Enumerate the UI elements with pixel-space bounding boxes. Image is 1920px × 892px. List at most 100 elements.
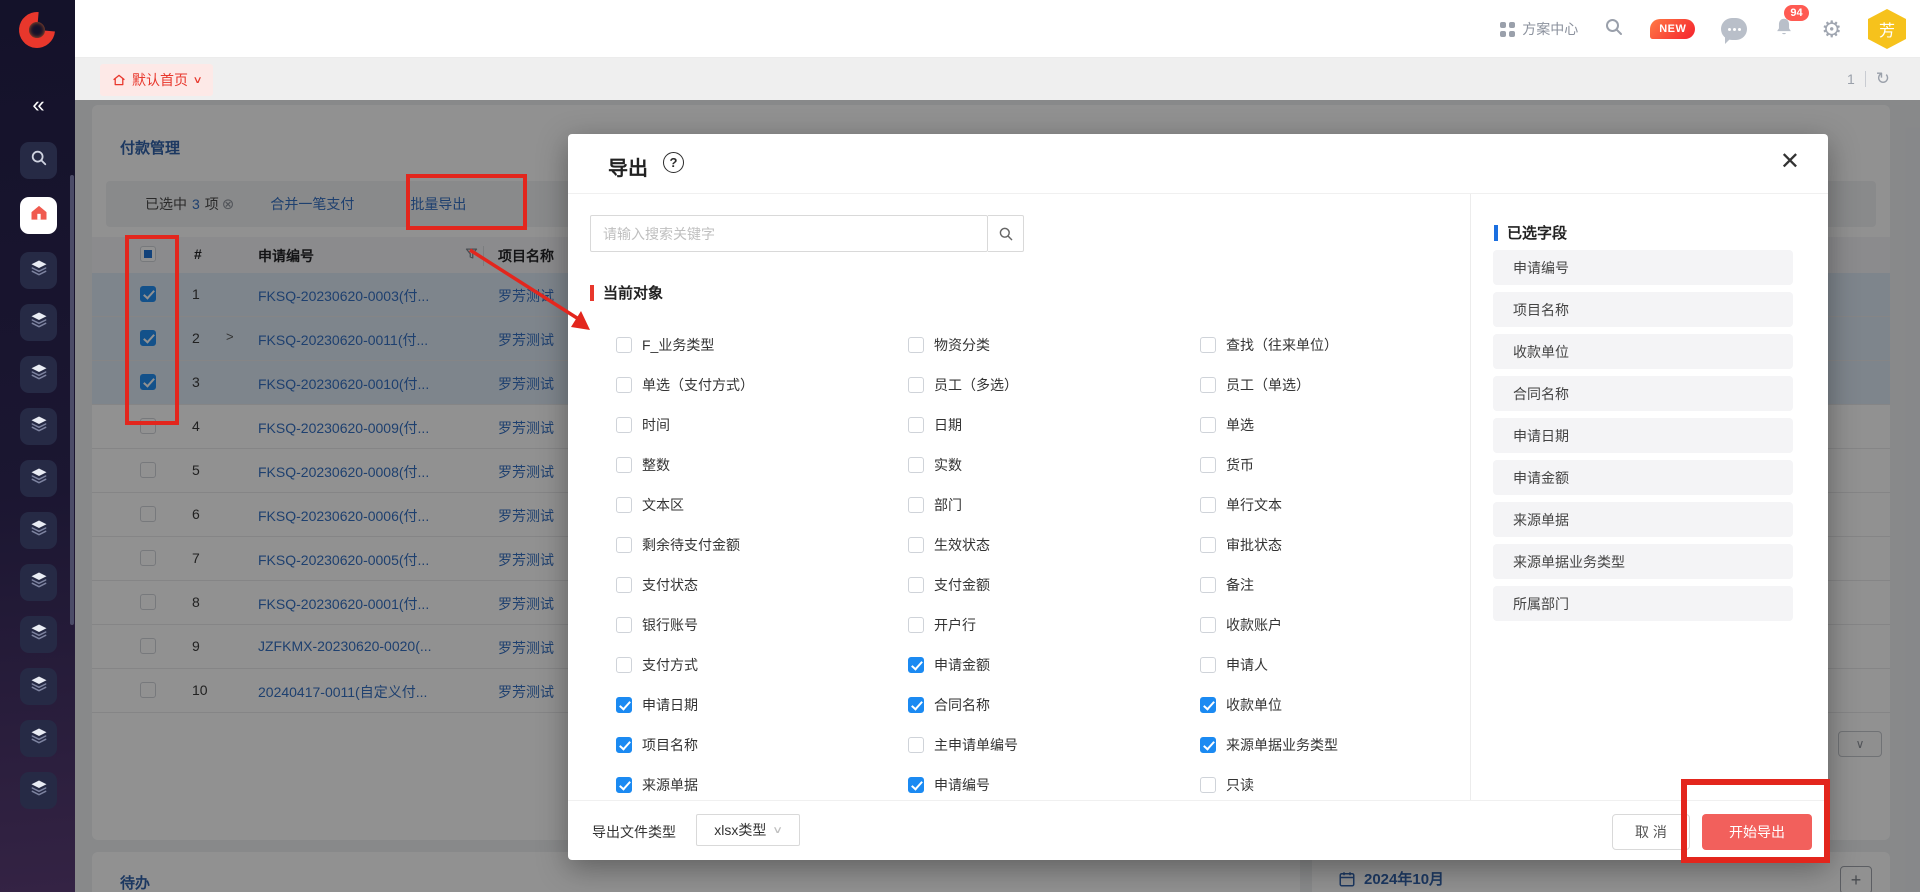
field-checkbox[interactable] (616, 457, 632, 473)
avatar[interactable]: 芳 (1868, 9, 1906, 49)
selected-field-item[interactable]: 申请金额 (1493, 460, 1793, 495)
field-checkbox[interactable] (616, 417, 632, 433)
export-field-option[interactable]: 整数 (616, 445, 908, 485)
field-checkbox[interactable] (616, 337, 632, 353)
field-checkbox[interactable] (1200, 377, 1216, 393)
solution-center-nav[interactable]: 方案中心 (1500, 19, 1578, 39)
selected-field-item[interactable]: 来源单据 (1493, 502, 1793, 537)
selected-field-item[interactable]: 收款单位 (1493, 334, 1793, 369)
export-field-option[interactable]: F_业务类型 (616, 325, 908, 365)
export-field-option[interactable]: 时间 (616, 405, 908, 445)
export-field-option[interactable]: 查找（往来单位） (1200, 325, 1492, 365)
start-export-button[interactable]: 开始导出 (1702, 814, 1812, 850)
export-field-option[interactable]: 只读 (1200, 765, 1492, 805)
export-field-option[interactable]: 支付金额 (908, 565, 1200, 605)
export-field-option[interactable]: 日期 (908, 405, 1200, 445)
field-checkbox[interactable] (908, 777, 924, 793)
field-checkbox[interactable] (1200, 577, 1216, 593)
export-field-option[interactable]: 员工（单选） (1200, 365, 1492, 405)
field-checkbox[interactable] (908, 377, 924, 393)
field-checkbox[interactable] (1200, 337, 1216, 353)
notifications-button[interactable]: 94 (1773, 15, 1795, 44)
export-field-option[interactable]: 申请编号 (908, 765, 1200, 805)
export-field-option[interactable]: 生效状态 (908, 525, 1200, 565)
field-checkbox[interactable] (908, 457, 924, 473)
export-field-option[interactable]: 文本区 (616, 485, 908, 525)
field-checkbox[interactable] (616, 537, 632, 553)
export-field-option[interactable]: 合同名称 (908, 685, 1200, 725)
field-checkbox[interactable] (1200, 697, 1216, 713)
sidebar-item-module[interactable] (20, 408, 57, 445)
field-checkbox[interactable] (908, 337, 924, 353)
field-checkbox[interactable] (1200, 657, 1216, 673)
field-checkbox[interactable] (1200, 777, 1216, 793)
export-field-option[interactable]: 剩余待支付金额 (616, 525, 908, 565)
close-icon[interactable]: ✕ (1780, 150, 1800, 174)
sidebar-item-module[interactable] (20, 512, 57, 549)
sidebar-item-module[interactable] (20, 356, 57, 393)
field-checkbox[interactable] (1200, 617, 1216, 633)
sidebar-scrollbar[interactable] (70, 175, 74, 625)
sidebar-item-module[interactable] (20, 720, 57, 757)
field-checkbox[interactable] (1200, 457, 1216, 473)
export-field-option[interactable]: 审批状态 (1200, 525, 1492, 565)
field-checkbox[interactable] (616, 657, 632, 673)
field-checkbox[interactable] (908, 537, 924, 553)
export-field-option[interactable]: 申请金额 (908, 645, 1200, 685)
export-field-option[interactable]: 单选（支付方式） (616, 365, 908, 405)
export-field-option[interactable]: 开户行 (908, 605, 1200, 645)
field-checkbox[interactable] (616, 617, 632, 633)
sidebar-item-module[interactable] (20, 616, 57, 653)
settings-gear-icon[interactable]: ⚙ (1821, 18, 1842, 41)
export-field-option[interactable]: 项目名称 (616, 725, 908, 765)
field-search-input[interactable] (590, 215, 988, 252)
field-checkbox[interactable] (616, 497, 632, 513)
export-field-option[interactable]: 收款单位 (1200, 685, 1492, 725)
sidebar-search-button[interactable] (20, 142, 57, 179)
export-field-option[interactable]: 单行文本 (1200, 485, 1492, 525)
field-checkbox[interactable] (1200, 737, 1216, 753)
export-field-option[interactable]: 货币 (1200, 445, 1492, 485)
export-field-option[interactable]: 支付状态 (616, 565, 908, 605)
cancel-button[interactable]: 取 消 (1612, 814, 1690, 850)
export-field-option[interactable]: 主申请单编号 (908, 725, 1200, 765)
sidebar-item-module[interactable] (20, 304, 57, 341)
export-field-option[interactable]: 收款账户 (1200, 605, 1492, 645)
messages-icon[interactable] (1721, 18, 1747, 40)
header-search-icon[interactable] (1604, 17, 1624, 42)
field-checkbox[interactable] (616, 377, 632, 393)
new-badge[interactable]: NEW (1650, 19, 1695, 39)
export-field-option[interactable]: 实数 (908, 445, 1200, 485)
field-checkbox[interactable] (908, 737, 924, 753)
sidebar-item-module[interactable] (20, 772, 57, 809)
selected-field-item[interactable]: 合同名称 (1493, 376, 1793, 411)
sidebar-item-home[interactable] (20, 197, 57, 234)
field-checkbox[interactable] (1200, 497, 1216, 513)
sidebar-item-module[interactable] (20, 252, 57, 289)
export-field-option[interactable]: 来源单据 (616, 765, 908, 805)
refresh-icon[interactable]: ↻ (1876, 69, 1890, 89)
selected-field-item[interactable]: 申请编号 (1493, 250, 1793, 285)
selected-field-item[interactable]: 所属部门 (1493, 586, 1793, 621)
export-field-option[interactable]: 备注 (1200, 565, 1492, 605)
export-field-option[interactable]: 银行账号 (616, 605, 908, 645)
export-field-option[interactable]: 申请人 (1200, 645, 1492, 685)
field-checkbox[interactable] (908, 577, 924, 593)
field-checkbox[interactable] (616, 577, 632, 593)
field-checkbox[interactable] (1200, 417, 1216, 433)
sidebar-item-module[interactable] (20, 460, 57, 497)
help-icon[interactable]: ? (663, 152, 684, 173)
sidebar-item-module[interactable] (20, 564, 57, 601)
field-checkbox[interactable] (616, 777, 632, 793)
field-checkbox[interactable] (1200, 537, 1216, 553)
field-checkbox[interactable] (908, 497, 924, 513)
selected-field-item[interactable]: 项目名称 (1493, 292, 1793, 327)
tab-default-home[interactable]: 默认首页 ∨ (100, 64, 213, 96)
export-field-option[interactable]: 申请日期 (616, 685, 908, 725)
collapse-sidebar-icon[interactable]: « (0, 92, 75, 118)
export-field-option[interactable]: 单选 (1200, 405, 1492, 445)
selected-field-item[interactable]: 来源单据业务类型 (1493, 544, 1793, 579)
export-field-option[interactable]: 物资分类 (908, 325, 1200, 365)
file-type-select[interactable]: xlsx类型 ∨ (696, 814, 800, 846)
export-field-option[interactable]: 支付方式 (616, 645, 908, 685)
